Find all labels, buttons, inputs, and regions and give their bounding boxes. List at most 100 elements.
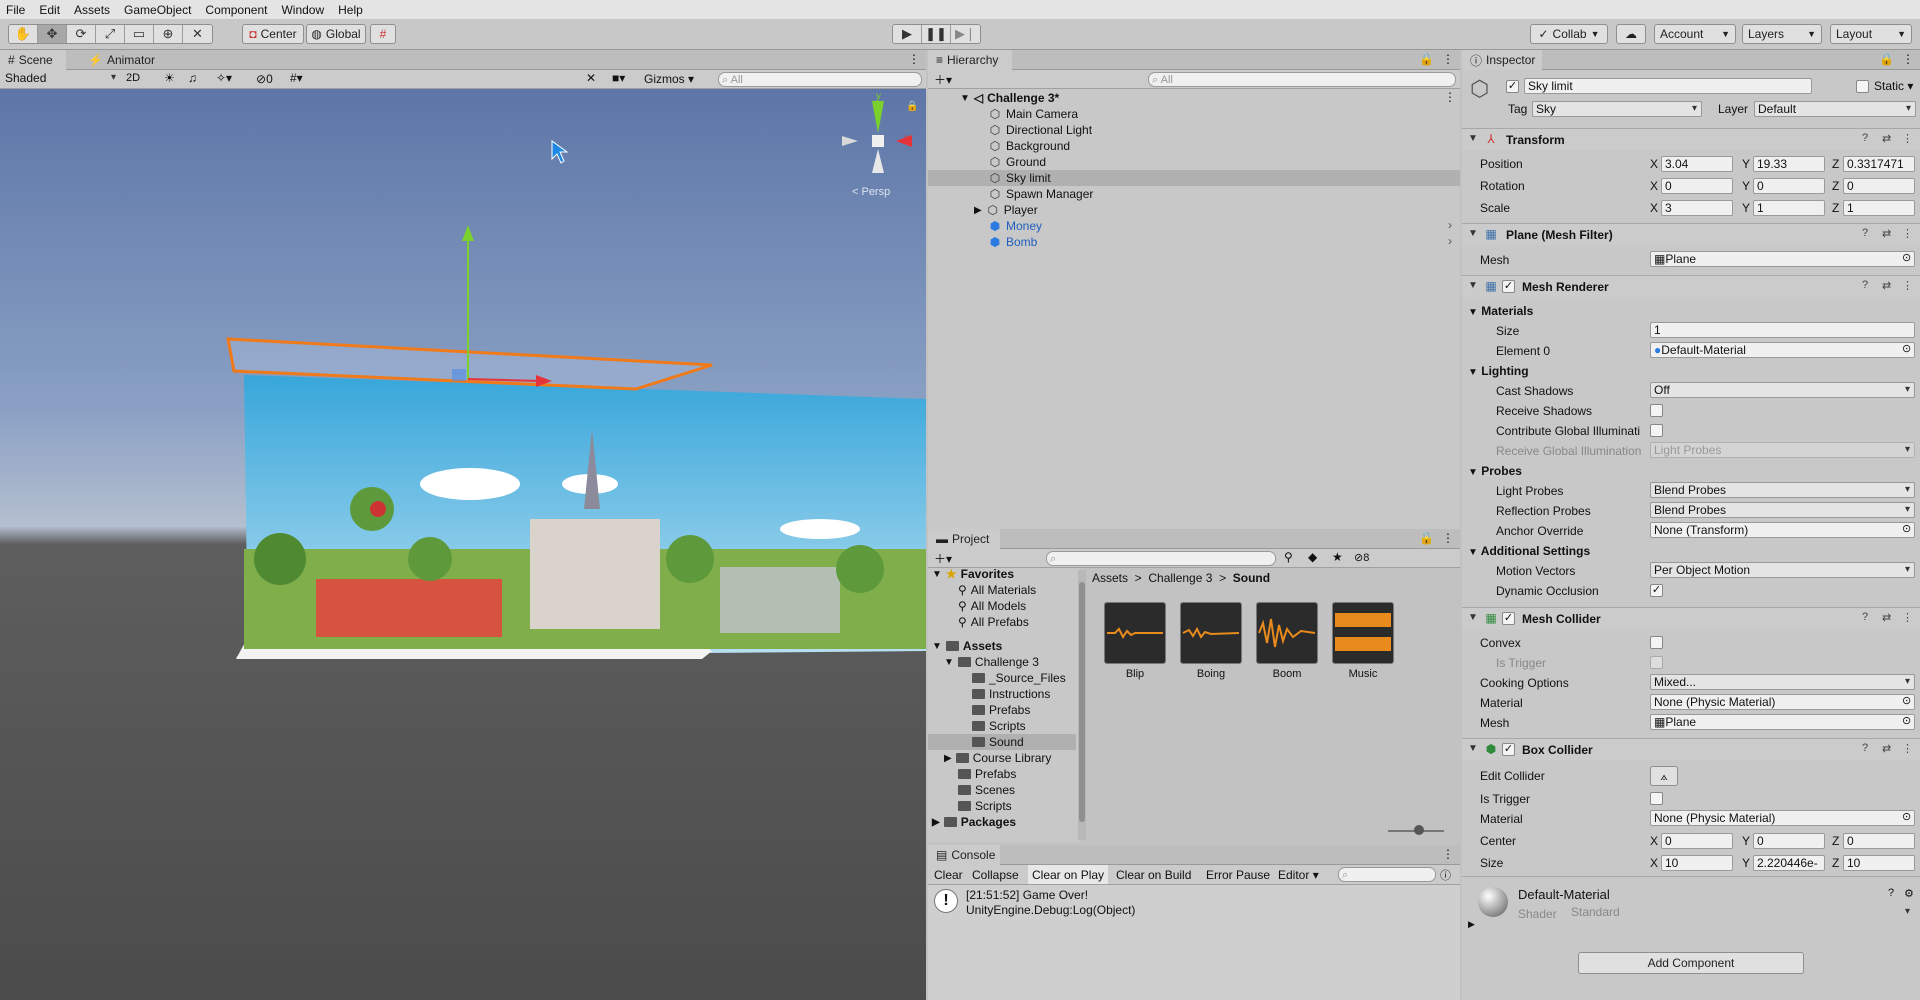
preset-icon[interactable]: ⇄ (1882, 611, 1891, 624)
hierarchy-search-input[interactable]: ⌕ All (1148, 72, 1456, 87)
snap-grid-button[interactable]: # (370, 24, 396, 44)
rotation-y-field[interactable]: 0 (1753, 178, 1825, 194)
persp-label[interactable]: < Persp (852, 186, 890, 198)
component-menu-icon[interactable]: ⋮ (1902, 742, 1913, 755)
clear-on-play-toggle[interactable]: Clear on Play (1028, 865, 1109, 884)
grid-toggle-icon[interactable]: #▾ (290, 71, 303, 85)
preset-icon[interactable]: ⇄ (1882, 742, 1891, 755)
panel-menu-icon[interactable]: ⋮ (1902, 52, 1914, 66)
additional-settings-foldout[interactable]: ▼ Additional Settings (1468, 544, 1590, 558)
camera-icon[interactable]: ■▾ (612, 71, 625, 85)
effects-toggle-icon[interactable]: ✧▾ (216, 71, 232, 85)
mesh-collider-header[interactable]: ▼ ▦ ✓ Mesh Collider ? ⇄ ⋮ (1462, 607, 1920, 629)
static-label[interactable]: Static ▾ (1874, 79, 1913, 93)
reflection-probes-dropdown[interactable]: Blend Probes (1650, 502, 1915, 518)
active-checkbox[interactable]: ✓ (1506, 80, 1519, 93)
anchor-override-field[interactable]: None (Transform) (1650, 522, 1915, 538)
scrollbar-thumb[interactable] (1079, 582, 1085, 822)
expand-arrow-icon[interactable]: ▶ (1468, 919, 1475, 930)
console-message-line1[interactable]: [21:51:52] Game Over! (966, 888, 1088, 902)
gizmos-dropdown[interactable]: Gizmos ▾ (644, 72, 694, 86)
scale-z-field[interactable]: 1 (1843, 200, 1915, 216)
enabled-checkbox[interactable]: ✓ (1502, 612, 1515, 625)
lighting-toggle-icon[interactable]: ☀ (164, 71, 175, 85)
custom-tool-icon[interactable]: ✕ (183, 25, 212, 43)
size-z-field[interactable]: 10 (1843, 855, 1915, 871)
gear-icon[interactable]: ⚙ (1904, 887, 1914, 900)
list-item[interactable]: Prefabs (972, 702, 1030, 718)
tab-inspector[interactable]: ⓘ Inspector (1462, 50, 1542, 70)
position-x-field[interactable]: 3.04 (1661, 156, 1733, 172)
shading-mode-dropdown[interactable]: Shaded (2, 71, 120, 87)
info-filter-icon[interactable]: ⓘ (1440, 867, 1451, 883)
rotation-z-field[interactable]: 0 (1843, 178, 1915, 194)
add-component-button[interactable]: Add Component (1578, 952, 1804, 974)
cooking-options-dropdown[interactable]: Mixed... (1650, 674, 1915, 690)
panel-menu-icon[interactable]: ⋮ (908, 52, 920, 66)
list-item[interactable]: ▶ ⬡ Player (974, 202, 1038, 218)
panel-menu-icon[interactable]: ⋮ (1442, 847, 1454, 861)
tab-hierarchy[interactable]: ≡ Hierarchy (928, 50, 1012, 70)
collapse-button[interactable]: Collapse (972, 868, 1019, 882)
light-probes-dropdown[interactable]: Blend Probes (1650, 482, 1915, 498)
component-menu-icon[interactable]: ⋮ (1902, 279, 1913, 292)
scene-menu-icon[interactable]: ⋮ (1444, 90, 1456, 104)
console-message-line2[interactable]: UnityEngine.Debug:Log(Object) (966, 903, 1135, 917)
project-search-input[interactable]: ⌕ (1046, 551, 1276, 566)
menu-window[interactable]: Window (281, 3, 324, 17)
edit-collider-button[interactable]: ⟑ (1650, 766, 1678, 786)
mesh-object-field[interactable]: ▦Plane (1650, 251, 1915, 267)
scale-y-field[interactable]: 1 (1753, 200, 1825, 216)
list-item[interactable]: Instructions (972, 686, 1050, 702)
enabled-checkbox[interactable]: ✓ (1502, 280, 1515, 293)
cloud-button[interactable]: ☁ (1616, 24, 1646, 44)
list-item[interactable]: ▶ Course Library (944, 750, 1051, 766)
filter-label-icon[interactable]: ◆ (1308, 550, 1317, 564)
space-global-button[interactable]: ◍ Global (306, 24, 366, 44)
pause-button[interactable]: ❚❚ (922, 25, 951, 43)
contribute-gi-checkbox[interactable] (1650, 424, 1663, 437)
scene-root[interactable]: ▼ ◁ Challenge 3* (960, 90, 1059, 106)
is-trigger-checkbox[interactable] (1650, 792, 1663, 805)
menu-gameobject[interactable]: GameObject (124, 3, 191, 17)
element0-object-field[interactable]: ●Default-Material (1650, 342, 1915, 358)
hidden-objects-toggle[interactable]: ⊘0 (256, 72, 273, 86)
chevron-right-icon[interactable]: › (1448, 218, 1452, 232)
list-item[interactable]: ⬡ Background (988, 138, 1070, 154)
menu-assets[interactable]: Assets (74, 3, 110, 17)
component-menu-icon[interactable]: ⋮ (1902, 227, 1913, 240)
list-item[interactable]: ⚲ All Prefabs (958, 614, 1029, 630)
motion-vectors-dropdown[interactable]: Per Object Motion (1650, 562, 1915, 578)
help-icon[interactable]: ? (1888, 887, 1894, 899)
tab-animator[interactable]: ⚡ Animator (80, 50, 163, 70)
object-picker-icon[interactable]: ⊙ (1902, 251, 1911, 264)
layout-dropdown[interactable]: Layout ▼ (1830, 24, 1912, 44)
help-icon[interactable]: ? (1862, 227, 1868, 239)
position-z-field[interactable]: 0.3317471 (1843, 156, 1915, 172)
tools-icon[interactable]: ✕ (586, 71, 596, 85)
transform-tool-icon[interactable]: ⊕ (154, 25, 183, 43)
move-tool-icon[interactable]: ✥ (38, 25, 67, 43)
center-x-field[interactable]: 0 (1661, 833, 1733, 849)
scale-tool-icon[interactable]: ⤢ (96, 25, 125, 43)
list-item[interactable]: ⬡ Ground (988, 154, 1046, 170)
dynamic-occlusion-checkbox[interactable]: ✓ (1650, 584, 1663, 597)
mesh-renderer-header[interactable]: ▼ ▦ ✓ Mesh Renderer ? ⇄ ⋮ (1462, 275, 1920, 297)
size-y-field[interactable]: 2.220446e- (1753, 855, 1825, 871)
receive-shadows-checkbox[interactable] (1650, 404, 1663, 417)
object-picker-icon[interactable]: ⊙ (1902, 522, 1911, 535)
help-icon[interactable]: ? (1862, 279, 1868, 291)
account-dropdown[interactable]: Account ▼ (1654, 24, 1736, 44)
preset-icon[interactable]: ⇄ (1882, 132, 1891, 145)
hand-tool-icon[interactable]: ✋ (9, 25, 38, 43)
clear-on-build-button[interactable]: Clear on Build (1116, 868, 1191, 882)
create-add-button[interactable]: ＋▾ (934, 550, 952, 567)
tab-console[interactable]: ▤ Console (928, 845, 1000, 865)
pivot-center-button[interactable]: ◘ Center (242, 24, 304, 44)
lock-icon[interactable]: 🔒 (1419, 531, 1434, 545)
physic-material-field[interactable]: None (Physic Material) (1650, 810, 1915, 826)
list-item[interactable]: ⚲ All Models (958, 598, 1026, 614)
size-x-field[interactable]: 10 (1661, 855, 1733, 871)
lock-icon[interactable]: 🔒 (1419, 52, 1434, 66)
tab-project[interactable]: ▬ Project (928, 529, 1000, 549)
